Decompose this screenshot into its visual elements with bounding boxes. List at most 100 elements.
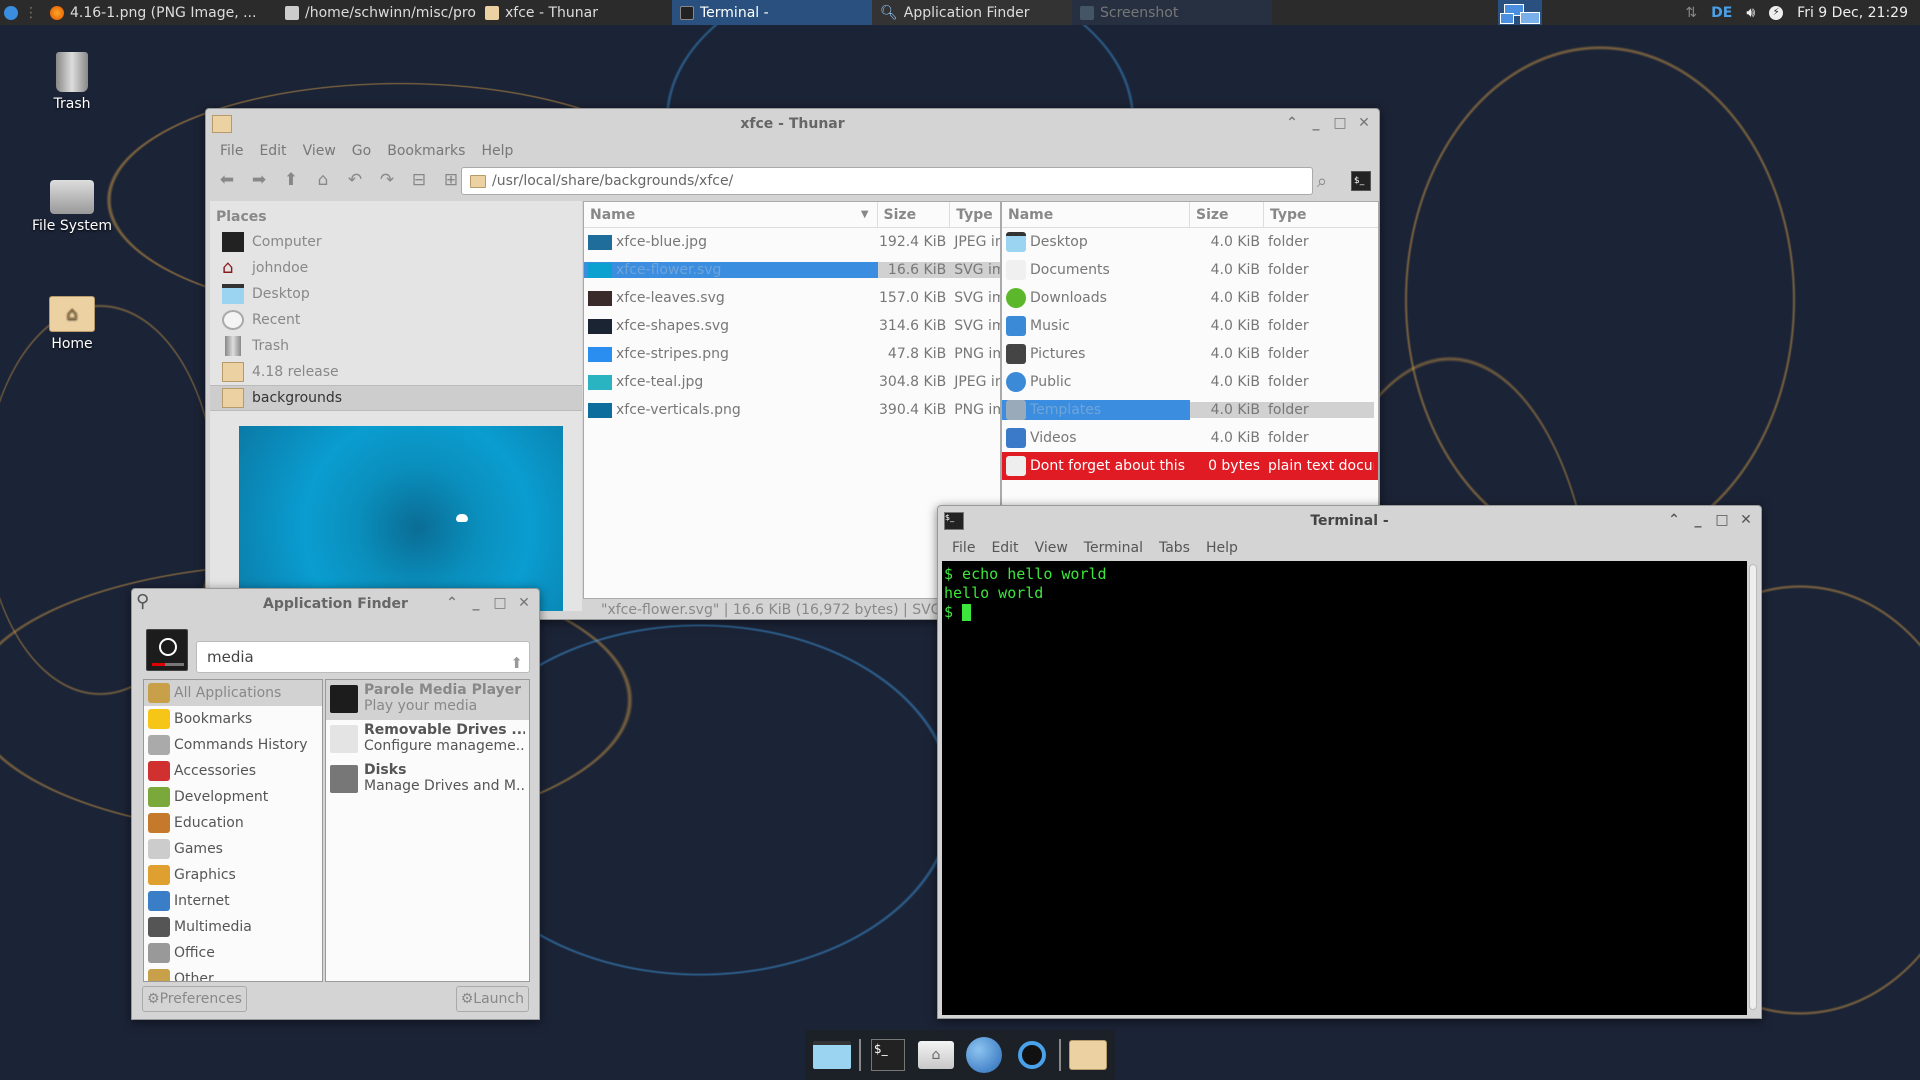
home-icon[interactable]: ⌂ bbox=[312, 169, 334, 191]
task-thunar[interactable]: xfce - Thunar bbox=[477, 0, 672, 25]
preferences-button[interactable]: ⚙Preferences bbox=[142, 986, 247, 1012]
category-item[interactable]: Education bbox=[144, 810, 322, 836]
file-row[interactable]: xfce-verticals.png390.4 KiB PNG image bbox=[584, 396, 1000, 424]
file-row[interactable]: Pictures 4.0 KiB folder bbox=[1002, 340, 1378, 368]
workspace-3[interactable] bbox=[1520, 12, 1540, 24]
zoom-in-icon[interactable]: ⊞ bbox=[440, 169, 462, 191]
application-item[interactable]: Disks Manage Drives and M... bbox=[326, 760, 529, 800]
up-icon[interactable]: ⬆ bbox=[280, 169, 302, 191]
menu-terminal[interactable]: Terminal bbox=[1076, 540, 1151, 556]
file-row[interactable]: xfce-blue.jpg192.4 KiB JPEG image bbox=[584, 228, 1000, 256]
launch-button[interactable]: ⚙Launch bbox=[455, 986, 529, 1012]
column-name[interactable]: Name ▼ bbox=[584, 201, 878, 228]
forward-icon[interactable]: ➡ bbox=[248, 169, 270, 191]
place-recent[interactable]: Recent bbox=[210, 307, 582, 333]
workspace-2[interactable] bbox=[1500, 13, 1514, 24]
shade-button[interactable]: ⌃ bbox=[1285, 115, 1299, 131]
dock-file-manager[interactable] bbox=[1067, 1035, 1109, 1075]
workspace-switcher[interactable] bbox=[1498, 0, 1542, 25]
desktop-icon-trash[interactable]: Trash bbox=[12, 52, 132, 112]
file-row[interactable]: xfce-stripes.png 47.8 KiB PNG image bbox=[584, 340, 1000, 368]
redo-icon[interactable]: ↷ bbox=[376, 169, 398, 191]
place-4-18-release[interactable]: 4.18 release bbox=[210, 359, 582, 385]
category-item[interactable]: All Applications bbox=[144, 680, 322, 706]
category-item[interactable]: Other bbox=[144, 966, 322, 981]
menu-edit[interactable]: Edit bbox=[983, 540, 1026, 556]
file-row[interactable]: xfce-shapes.svg314.6 KiB SVG image bbox=[584, 312, 1000, 340]
dock-terminal[interactable]: $_ bbox=[867, 1035, 909, 1075]
place-computer[interactable]: Computer bbox=[210, 229, 582, 255]
menu-help[interactable]: Help bbox=[473, 143, 521, 159]
task-screenshot[interactable]: Screenshot bbox=[1072, 0, 1272, 25]
dock-app-finder[interactable] bbox=[1011, 1035, 1053, 1075]
menu-view[interactable]: View bbox=[295, 143, 344, 159]
file-row[interactable]: Public 4.0 KiB folder bbox=[1002, 368, 1378, 396]
task-app-finder[interactable]: 🔍︎ Application Finder bbox=[872, 0, 1072, 25]
file-row[interactable]: Videos 4.0 KiB folder bbox=[1002, 424, 1378, 452]
expand-toggle-icon[interactable]: ⬆ bbox=[510, 648, 523, 678]
clock[interactable]: Fri 9 Dec, 21:29 bbox=[1797, 5, 1908, 21]
network-icon[interactable]: ⇅ bbox=[1685, 5, 1697, 21]
file-row[interactable]: Desktop 4.0 KiB folder bbox=[1002, 228, 1378, 256]
menu-help[interactable]: Help bbox=[1198, 540, 1246, 556]
thunar-titlebar[interactable]: xfce - Thunar ⌃ _ □ ✕ bbox=[206, 109, 1379, 139]
file-row[interactable]: Downloads 4.0 KiB folder bbox=[1002, 284, 1378, 312]
power-icon[interactable]: ⚡︎ bbox=[1769, 5, 1784, 20]
task-terminal[interactable]: Terminal - bbox=[672, 0, 872, 25]
minimize-button[interactable]: _ bbox=[1309, 115, 1323, 131]
file-row[interactable]: Templates 4.0 KiB folder bbox=[1002, 396, 1378, 424]
category-item[interactable]: Internet bbox=[144, 888, 322, 914]
category-item[interactable]: Bookmarks bbox=[144, 706, 322, 732]
whisker-menu-button[interactable]: ⋮ bbox=[0, 0, 42, 25]
column-type[interactable]: Type bbox=[950, 202, 1000, 228]
close-button[interactable]: ✕ bbox=[1357, 115, 1371, 131]
file-row[interactable]: Music 4.0 KiB folder bbox=[1002, 312, 1378, 340]
volume-icon[interactable]: 🔊︎ bbox=[1746, 5, 1755, 21]
task-text-editor[interactable]: /home/schwinn/misc/pro... bbox=[277, 0, 477, 25]
dock-web-browser[interactable] bbox=[963, 1035, 1005, 1075]
file-row[interactable]: xfce-teal.jpg304.8 KiB JPEG image bbox=[584, 368, 1000, 396]
dock-home-folder[interactable]: ⌂ bbox=[915, 1035, 957, 1075]
close-button[interactable]: ✕ bbox=[517, 595, 531, 611]
place-trash[interactable]: Trash bbox=[210, 333, 582, 359]
search-icon[interactable]: ⌕ bbox=[1317, 171, 1327, 192]
shade-button[interactable]: ⌃ bbox=[445, 595, 459, 611]
file-row[interactable]: xfce-flower.svg16.6 KiBSVG image bbox=[584, 256, 1000, 284]
category-item[interactable]: Graphics bbox=[144, 862, 322, 888]
shade-button[interactable]: ⌃ bbox=[1667, 512, 1681, 528]
desktop-icon-home[interactable]: ⌂ Home bbox=[12, 288, 132, 352]
category-item[interactable]: Commands History bbox=[144, 732, 322, 758]
column-size[interactable]: Size bbox=[878, 201, 951, 228]
terminal-titlebar[interactable]: $_ Terminal - ⌃ _ □ ✕ bbox=[938, 506, 1761, 536]
zoom-out-icon[interactable]: ⊟ bbox=[408, 169, 430, 191]
keyboard-layout[interactable]: DE bbox=[1711, 5, 1732, 21]
menu-file[interactable]: File bbox=[944, 540, 983, 556]
menu-view[interactable]: View bbox=[1027, 540, 1076, 556]
file-row[interactable]: xfce-leaves.svg157.0 KiB SVG image bbox=[584, 284, 1000, 312]
maximize-button[interactable]: □ bbox=[1333, 115, 1347, 131]
minimize-button[interactable]: _ bbox=[1691, 512, 1705, 528]
application-item[interactable]: Parole Media Player Play your media bbox=[326, 680, 529, 720]
category-item[interactable]: Office bbox=[144, 940, 322, 966]
maximize-button[interactable]: □ bbox=[1715, 512, 1729, 528]
menu-bookmarks[interactable]: Bookmarks bbox=[379, 143, 473, 159]
dock-show-desktop[interactable] bbox=[811, 1035, 853, 1075]
maximize-button[interactable]: □ bbox=[493, 595, 507, 611]
column-name[interactable]: Name bbox=[1002, 201, 1190, 228]
application-item[interactable]: Removable Drives ... Configure manageme..… bbox=[326, 720, 529, 760]
column-type[interactable]: Type bbox=[1264, 202, 1374, 228]
desktop-icon-filesystem[interactable]: File System bbox=[12, 172, 132, 234]
menu-edit[interactable]: Edit bbox=[251, 143, 294, 159]
place-backgrounds[interactable]: backgrounds bbox=[210, 385, 582, 411]
file-row[interactable]: Documents 4.0 KiB folder bbox=[1002, 256, 1378, 284]
file-row[interactable]: Dont forget about this ! 0 bytes plain tex… bbox=[1002, 452, 1378, 480]
terminal-output[interactable]: $ echo hello world hello world $ bbox=[942, 561, 1747, 1015]
app-finder-titlebar[interactable]: ⚲ Application Finder ⌃ _ □ ✕ bbox=[132, 589, 539, 619]
category-item[interactable]: Multimedia bbox=[144, 914, 322, 940]
minimize-button[interactable]: _ bbox=[469, 595, 483, 611]
search-input[interactable]: media ⬆ bbox=[196, 641, 530, 673]
location-bar[interactable]: /usr/local/share/backgrounds/xfce/ bbox=[461, 167, 1313, 195]
place-desktop[interactable]: Desktop bbox=[210, 281, 582, 307]
back-icon[interactable]: ⬅ bbox=[216, 169, 238, 191]
scrollbar[interactable] bbox=[1749, 564, 1757, 1010]
